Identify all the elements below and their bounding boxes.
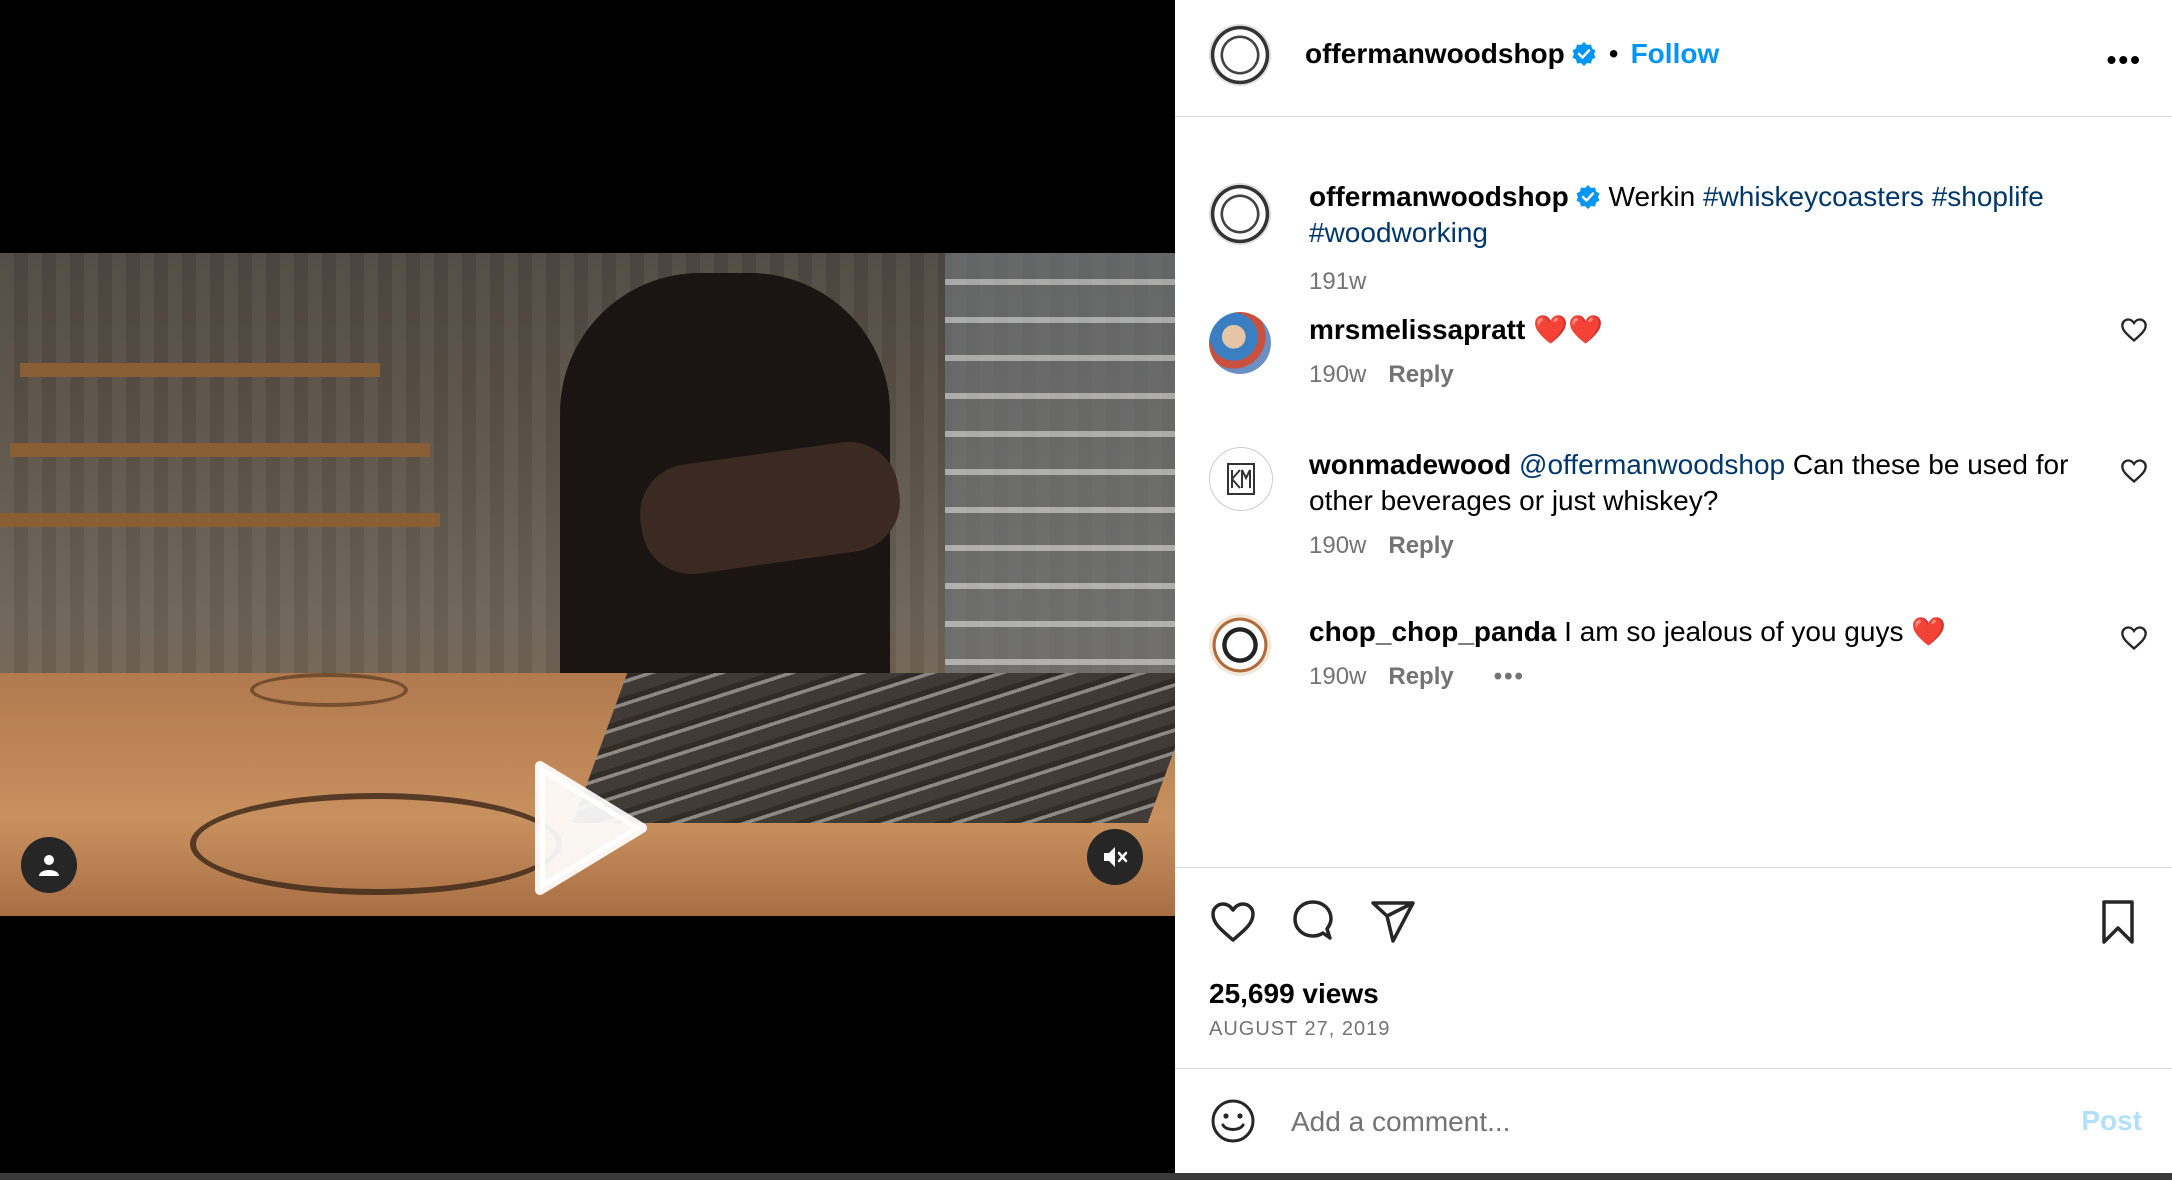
- comment-text: mrsmelissapratt ❤️❤️: [1309, 312, 2082, 348]
- separator-dot: •: [1608, 38, 1619, 69]
- post-date[interactable]: AUGUST 27, 2019: [1209, 1018, 1390, 1041]
- like-comment-heart-icon[interactable]: [2120, 457, 2148, 485]
- comment-username[interactable]: chop_chop_panda: [1309, 616, 1556, 647]
- timestamp[interactable]: 190w: [1309, 532, 1366, 559]
- video-frame-rack: [945, 253, 1175, 703]
- media-area: [0, 0, 1175, 1180]
- verified-badge-icon: [1572, 42, 1596, 66]
- timestamp[interactable]: 191w: [1309, 268, 1366, 295]
- follow-button[interactable]: Follow: [1631, 38, 1720, 69]
- verified-badge-icon: [1576, 185, 1600, 209]
- comment-username[interactable]: wonmadewood: [1309, 449, 1511, 480]
- view-count[interactable]: 25,699 views: [1209, 978, 1379, 1010]
- avatar[interactable]: [1209, 24, 1271, 86]
- comments-list: offermanwoodshop Werkin #whiskeycoasters…: [1175, 117, 2172, 867]
- hashtag-link[interactable]: #woodworking: [1309, 217, 1488, 248]
- video-frame-brand-mark: [250, 673, 408, 707]
- bookmark-icon[interactable]: [2094, 898, 2142, 946]
- comment-bubble-icon[interactable]: [1289, 898, 1337, 946]
- comment-meta: 190w Reply •••: [1309, 663, 1525, 691]
- hashtag-link[interactable]: #whiskeycoasters: [1703, 181, 1924, 212]
- reply-button[interactable]: Reply: [1388, 532, 1453, 559]
- avatar[interactable]: [1209, 183, 1271, 245]
- emoji-icon[interactable]: [1209, 1097, 1257, 1145]
- comment-text: wonmadewood @offermanwoodshop Can these …: [1309, 447, 2082, 519]
- post-side-panel: offermanwoodshop • Follow ••• offermanwoo…: [1175, 0, 2172, 1173]
- like-heart-icon[interactable]: [1209, 898, 1257, 946]
- timestamp[interactable]: 190w: [1309, 361, 1366, 388]
- avatar[interactable]: [1209, 447, 1273, 511]
- video-frame-shelf: [20, 363, 380, 377]
- mention-link[interactable]: @offermanwoodshop: [1519, 449, 1785, 480]
- video-frame-brand-mark: [190, 793, 562, 895]
- more-options-icon[interactable]: •••: [2107, 44, 2142, 76]
- post-actions: 25,699 views AUGUST 27, 2019: [1175, 867, 2172, 1068]
- person-icon: [39, 855, 59, 876]
- reply-button[interactable]: Reply: [1388, 663, 1453, 690]
- caption-body: Werkin: [1608, 181, 1696, 212]
- avatar[interactable]: [1209, 312, 1271, 374]
- post-comment-button[interactable]: Post: [2081, 1105, 2142, 1137]
- video-player[interactable]: [0, 253, 1175, 916]
- tagged-users-button[interactable]: [21, 837, 77, 893]
- comment-body: I am so jealous of you guys ❤️: [1564, 616, 1947, 647]
- comment-username[interactable]: mrsmelissapratt: [1309, 314, 1525, 345]
- play-icon[interactable]: [530, 758, 650, 898]
- comment-input[interactable]: [1289, 1099, 1993, 1145]
- speaker-muted-icon: [1104, 847, 1128, 867]
- comment-body: ❤️❤️: [1533, 314, 1603, 345]
- caption-meta: 191w: [1309, 268, 1366, 296]
- like-comment-heart-icon[interactable]: [2120, 316, 2148, 344]
- hashtag-link[interactable]: #shoplife: [1932, 181, 2044, 212]
- mute-button[interactable]: [1087, 829, 1143, 885]
- video-frame-grill: [572, 673, 1175, 823]
- page-bottom-strip: [0, 1173, 2172, 1180]
- like-comment-heart-icon[interactable]: [2120, 624, 2148, 652]
- comment-meta: 190w Reply: [1309, 532, 1454, 560]
- post-header: offermanwoodshop • Follow •••: [1175, 0, 2172, 117]
- caption-text: offermanwoodshop Werkin #whiskeycoasters…: [1309, 179, 2082, 251]
- comment-text: chop_chop_panda I am so jealous of you g…: [1309, 614, 2082, 650]
- comment-options-icon[interactable]: •••: [1494, 663, 1525, 690]
- caption-username[interactable]: offermanwoodshop: [1309, 181, 1569, 212]
- timestamp[interactable]: 190w: [1309, 663, 1366, 690]
- avatar[interactable]: [1209, 614, 1271, 676]
- share-send-icon[interactable]: [1369, 898, 1417, 946]
- video-frame-shelf: [10, 443, 430, 457]
- comment-meta: 190w Reply: [1309, 361, 1454, 389]
- author-username[interactable]: offermanwoodshop: [1305, 38, 1565, 69]
- reply-button[interactable]: Reply: [1388, 361, 1453, 388]
- video-frame-shelf: [0, 513, 440, 527]
- add-comment-bar: Post: [1175, 1068, 2172, 1174]
- post-author: offermanwoodshop • Follow: [1305, 38, 1719, 70]
- brand-logo-icon: [1227, 463, 1255, 495]
